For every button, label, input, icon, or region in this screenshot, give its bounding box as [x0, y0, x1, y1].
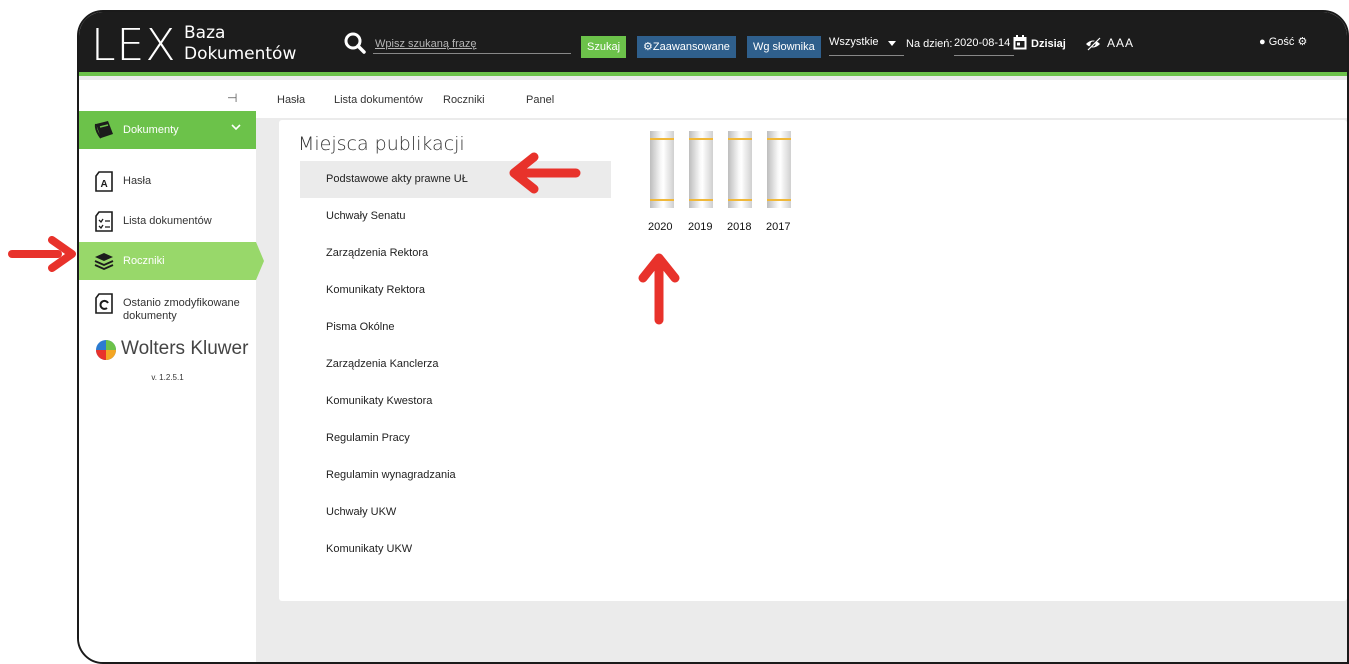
gear-icon[interactable]: ⚙: [1297, 36, 1307, 48]
collapse-sidebar-icon[interactable]: ⊣: [227, 91, 239, 105]
sidebar-item-document-list[interactable]: Lista dokumentów: [79, 202, 256, 240]
sub-navigation: Hasła Lista dokumentów Roczniki Panel: [256, 80, 1347, 118]
brand-name: Wolters Kluwer: [121, 338, 249, 359]
year-label[interactable]: 2020: [648, 221, 672, 233]
publication-item[interactable]: Uchwały UKW: [300, 494, 611, 531]
page-title: Miejsca publikacji: [298, 133, 465, 155]
app-version: v. 1.2.5.1: [151, 373, 184, 382]
sidebar-item-label: Roczniki: [123, 255, 165, 267]
book-icon: [94, 121, 113, 139]
annotation-arrow-up-icon: [638, 253, 680, 325]
dictionary-button[interactable]: Wg słownika: [747, 36, 821, 58]
gears-icon: ⚙: [643, 41, 653, 53]
tab-document-list[interactable]: Lista dokumentów: [334, 94, 423, 106]
document-a-icon: A: [95, 171, 113, 192]
user-icon: ●: [1259, 36, 1266, 48]
sidebar: ⊣ Dokumenty A Hasła Lista dokumentów Roc…: [79, 80, 264, 662]
wolters-kluwer-logo-icon: [96, 340, 116, 360]
calendar-icon[interactable]: [1013, 35, 1027, 50]
year-label[interactable]: 2017: [766, 221, 790, 233]
tab-roczniki[interactable]: Roczniki: [443, 94, 485, 106]
year-volume-2019[interactable]: [689, 131, 713, 208]
sidebar-header-label: Dokumenty: [123, 124, 179, 136]
advanced-search-label: Zaawansowane: [652, 41, 730, 53]
sidebar-item-hasla[interactable]: A Hasła: [79, 162, 256, 200]
year-label[interactable]: 2019: [688, 221, 712, 233]
search-button[interactable]: Szukaj: [581, 36, 627, 58]
year-volume-2020[interactable]: [650, 131, 674, 208]
chevron-down-icon: [888, 41, 896, 46]
chevron-down-icon: [231, 124, 241, 131]
layers-icon: [94, 253, 114, 270]
scope-value: Wszystkie: [829, 36, 879, 48]
document-refresh-icon: [95, 293, 113, 314]
search-input[interactable]: [373, 34, 571, 54]
top-bar: LEX Baza Dokumentów Szukaj ⚙Zaawansowane…: [79, 12, 1347, 76]
sidebar-item-recently-modified[interactable]: Ostanio zmodyfikowane dokumenty: [79, 284, 256, 322]
svg-text:A: A: [101, 179, 108, 190]
publication-item[interactable]: Regulamin wynagradzania: [300, 457, 611, 494]
publication-item[interactable]: Zarządzenia Kanclerza: [300, 346, 611, 383]
sidebar-item-roczniki[interactable]: Roczniki: [79, 242, 264, 280]
year-volume-2017[interactable]: [767, 131, 791, 208]
year-label[interactable]: 2018: [727, 221, 751, 233]
app-window: LEX Baza Dokumentów Szukaj ⚙Zaawansowane…: [77, 10, 1349, 664]
user-name: Gość: [1268, 36, 1295, 48]
search-icon[interactable]: [344, 32, 366, 54]
scope-select[interactable]: Wszystkie: [829, 36, 904, 56]
advanced-search-button[interactable]: ⚙Zaawansowane: [637, 36, 736, 58]
font-size-toggle[interactable]: AAA: [1107, 36, 1134, 50]
annotation-arrow-right-icon: [509, 152, 581, 194]
sidebar-item-label: Lista dokumentów: [123, 215, 212, 227]
year-volume-2018[interactable]: [728, 131, 752, 208]
publication-item[interactable]: Uchwały Senatu: [300, 198, 611, 235]
logo-subtitle: Baza Dokumentów: [184, 23, 296, 65]
annotation-arrow-left-icon: [8, 236, 76, 272]
logo: LEX: [91, 20, 177, 71]
publication-item[interactable]: Zarządzenia Rektora: [300, 235, 611, 272]
sidebar-item-label: Hasła: [123, 175, 152, 187]
logo-line2: Dokumentów: [184, 44, 297, 64]
publication-item[interactable]: Pisma Okólne: [300, 309, 611, 346]
eye-slash-icon[interactable]: [1085, 37, 1101, 51]
publication-item[interactable]: Komunikaty Rektora: [300, 272, 611, 309]
sidebar-item-label: Ostanio zmodyfikowane dokumenty: [123, 297, 240, 322]
main-panel: Miejsca publikacji Podstawowe akty prawn…: [279, 120, 1347, 601]
user-menu[interactable]: ● Gość ⚙: [1259, 35, 1307, 48]
publication-item[interactable]: Regulamin Pracy: [300, 420, 611, 457]
publication-item[interactable]: Komunikaty Kwestora: [300, 383, 611, 420]
logo-line1: Baza: [184, 23, 226, 43]
date-label: Na dzień:: [906, 38, 953, 50]
document-checklist-icon: [95, 211, 113, 232]
publication-item[interactable]: Komunikaty UKW: [300, 531, 611, 568]
date-input[interactable]: 2020-08-14: [954, 36, 1014, 56]
tab-panel[interactable]: Panel: [526, 94, 554, 106]
sidebar-header-documents[interactable]: Dokumenty: [79, 111, 256, 149]
today-button[interactable]: Dzisiaj: [1031, 38, 1066, 50]
tab-hasla[interactable]: Hasła: [277, 94, 305, 106]
